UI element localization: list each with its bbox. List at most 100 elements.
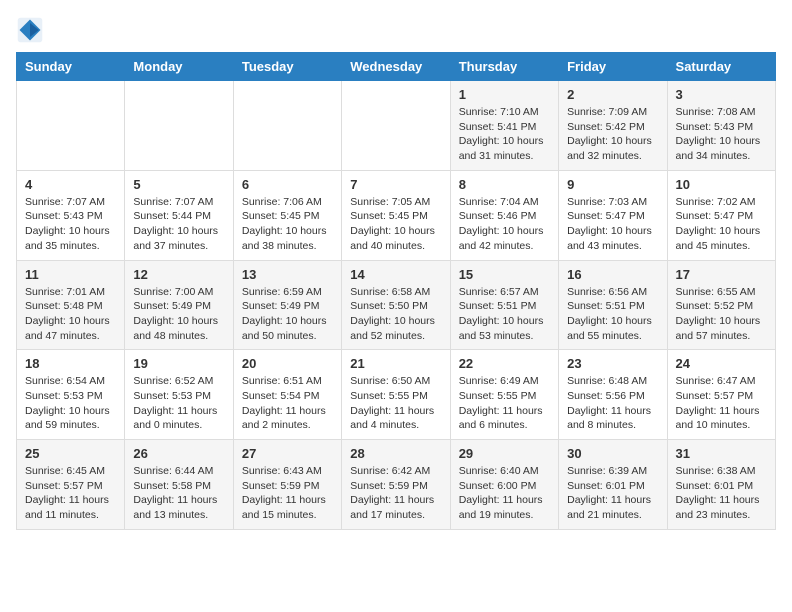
logo-icon xyxy=(16,16,44,44)
day-number: 27 xyxy=(242,446,333,461)
day-info: Sunrise: 6:54 AM Sunset: 5:53 PM Dayligh… xyxy=(25,374,116,433)
day-number: 25 xyxy=(25,446,116,461)
day-number: 3 xyxy=(676,87,767,102)
day-info: Sunrise: 6:55 AM Sunset: 5:52 PM Dayligh… xyxy=(676,285,767,344)
weekday-header-wednesday: Wednesday xyxy=(342,53,450,81)
day-info: Sunrise: 6:39 AM Sunset: 6:01 PM Dayligh… xyxy=(567,464,658,523)
day-info: Sunrise: 7:04 AM Sunset: 5:46 PM Dayligh… xyxy=(459,195,550,254)
day-info: Sunrise: 6:40 AM Sunset: 6:00 PM Dayligh… xyxy=(459,464,550,523)
calendar-cell: 17 Sunrise: 6:55 AM Sunset: 5:52 PM Dayli… xyxy=(667,260,775,350)
day-info: Sunrise: 7:01 AM Sunset: 5:48 PM Dayligh… xyxy=(25,285,116,344)
day-info: Sunrise: 7:02 AM Sunset: 5:47 PM Dayligh… xyxy=(676,195,767,254)
calendar-cell: 22 Sunrise: 6:49 AM Sunset: 5:55 PM Dayli… xyxy=(450,350,558,440)
day-number: 16 xyxy=(567,267,658,282)
day-info: Sunrise: 6:51 AM Sunset: 5:54 PM Dayligh… xyxy=(242,374,333,433)
calendar-cell xyxy=(342,81,450,171)
day-number: 6 xyxy=(242,177,333,192)
day-info: Sunrise: 7:05 AM Sunset: 5:45 PM Dayligh… xyxy=(350,195,441,254)
calendar-cell xyxy=(17,81,125,171)
weekday-header-thursday: Thursday xyxy=(450,53,558,81)
calendar-cell: 25 Sunrise: 6:45 AM Sunset: 5:57 PM Dayli… xyxy=(17,440,125,530)
day-number: 24 xyxy=(676,356,767,371)
day-number: 14 xyxy=(350,267,441,282)
day-number: 8 xyxy=(459,177,550,192)
weekday-header-monday: Monday xyxy=(125,53,233,81)
day-number: 17 xyxy=(676,267,767,282)
calendar-cell: 28 Sunrise: 6:42 AM Sunset: 5:59 PM Dayli… xyxy=(342,440,450,530)
day-info: Sunrise: 6:57 AM Sunset: 5:51 PM Dayligh… xyxy=(459,285,550,344)
calendar-cell: 3 Sunrise: 7:08 AM Sunset: 5:43 PM Daylig… xyxy=(667,81,775,171)
calendar-cell xyxy=(125,81,233,171)
day-info: Sunrise: 6:56 AM Sunset: 5:51 PM Dayligh… xyxy=(567,285,658,344)
day-info: Sunrise: 6:45 AM Sunset: 5:57 PM Dayligh… xyxy=(25,464,116,523)
day-number: 10 xyxy=(676,177,767,192)
day-info: Sunrise: 6:47 AM Sunset: 5:57 PM Dayligh… xyxy=(676,374,767,433)
day-info: Sunrise: 7:10 AM Sunset: 5:41 PM Dayligh… xyxy=(459,105,550,164)
day-number: 9 xyxy=(567,177,658,192)
calendar-cell: 16 Sunrise: 6:56 AM Sunset: 5:51 PM Dayli… xyxy=(559,260,667,350)
calendar-cell: 1 Sunrise: 7:10 AM Sunset: 5:41 PM Daylig… xyxy=(450,81,558,171)
calendar-cell: 30 Sunrise: 6:39 AM Sunset: 6:01 PM Dayli… xyxy=(559,440,667,530)
day-info: Sunrise: 6:58 AM Sunset: 5:50 PM Dayligh… xyxy=(350,285,441,344)
day-number: 26 xyxy=(133,446,224,461)
weekday-header-saturday: Saturday xyxy=(667,53,775,81)
calendar-cell: 24 Sunrise: 6:47 AM Sunset: 5:57 PM Dayli… xyxy=(667,350,775,440)
weekday-header-row: SundayMondayTuesdayWednesdayThursdayFrid… xyxy=(17,53,776,81)
logo xyxy=(16,16,48,44)
calendar-cell: 18 Sunrise: 6:54 AM Sunset: 5:53 PM Dayli… xyxy=(17,350,125,440)
calendar-cell: 8 Sunrise: 7:04 AM Sunset: 5:46 PM Daylig… xyxy=(450,170,558,260)
day-number: 4 xyxy=(25,177,116,192)
weekday-header-sunday: Sunday xyxy=(17,53,125,81)
calendar-cell: 4Sunrise: 7:07 AM Sunset: 5:43 PM Daylig… xyxy=(17,170,125,260)
day-number: 20 xyxy=(242,356,333,371)
day-info: Sunrise: 6:38 AM Sunset: 6:01 PM Dayligh… xyxy=(676,464,767,523)
calendar-cell: 13Sunrise: 6:59 AM Sunset: 5:49 PM Dayli… xyxy=(233,260,341,350)
day-info: Sunrise: 6:43 AM Sunset: 5:59 PM Dayligh… xyxy=(242,464,333,523)
calendar-cell: 20 Sunrise: 6:51 AM Sunset: 5:54 PM Dayli… xyxy=(233,350,341,440)
calendar-header: SundayMondayTuesdayWednesdayThursdayFrid… xyxy=(17,53,776,81)
day-number: 19 xyxy=(133,356,224,371)
day-number: 22 xyxy=(459,356,550,371)
day-info: Sunrise: 6:59 AM Sunset: 5:49 PM Dayligh… xyxy=(242,285,333,344)
day-number: 28 xyxy=(350,446,441,461)
calendar-cell: 6 Sunrise: 7:06 AM Sunset: 5:45 PM Daylig… xyxy=(233,170,341,260)
day-info: Sunrise: 6:49 AM Sunset: 5:55 PM Dayligh… xyxy=(459,374,550,433)
day-info: Sunrise: 6:44 AM Sunset: 5:58 PM Dayligh… xyxy=(133,464,224,523)
calendar-cell: 14 Sunrise: 6:58 AM Sunset: 5:50 PM Dayli… xyxy=(342,260,450,350)
day-info: Sunrise: 7:00 AM Sunset: 5:49 PM Dayligh… xyxy=(133,285,224,344)
calendar-cell: 7Sunrise: 7:05 AM Sunset: 5:45 PM Daylig… xyxy=(342,170,450,260)
day-info: Sunrise: 7:08 AM Sunset: 5:43 PM Dayligh… xyxy=(676,105,767,164)
calendar-cell: 31 Sunrise: 6:38 AM Sunset: 6:01 PM Dayli… xyxy=(667,440,775,530)
calendar-week-4: 18 Sunrise: 6:54 AM Sunset: 5:53 PM Dayli… xyxy=(17,350,776,440)
calendar-cell: 19 Sunrise: 6:52 AM Sunset: 5:53 PM Dayli… xyxy=(125,350,233,440)
calendar-cell: 10 Sunrise: 7:02 AM Sunset: 5:47 PM Dayli… xyxy=(667,170,775,260)
day-number: 21 xyxy=(350,356,441,371)
calendar-cell: 12Sunrise: 7:00 AM Sunset: 5:49 PM Dayli… xyxy=(125,260,233,350)
day-info: Sunrise: 6:48 AM Sunset: 5:56 PM Dayligh… xyxy=(567,374,658,433)
calendar-cell: 23 Sunrise: 6:48 AM Sunset: 5:56 PM Dayli… xyxy=(559,350,667,440)
day-info: Sunrise: 7:09 AM Sunset: 5:42 PM Dayligh… xyxy=(567,105,658,164)
weekday-header-friday: Friday xyxy=(559,53,667,81)
day-info: Sunrise: 6:52 AM Sunset: 5:53 PM Dayligh… xyxy=(133,374,224,433)
calendar-cell xyxy=(233,81,341,171)
day-number: 15 xyxy=(459,267,550,282)
day-number: 1 xyxy=(459,87,550,102)
calendar-cell: 11 Sunrise: 7:01 AM Sunset: 5:48 PM Dayli… xyxy=(17,260,125,350)
day-number: 18 xyxy=(25,356,116,371)
calendar-cell: 9Sunrise: 7:03 AM Sunset: 5:47 PM Daylig… xyxy=(559,170,667,260)
weekday-header-tuesday: Tuesday xyxy=(233,53,341,81)
day-info: Sunrise: 7:06 AM Sunset: 5:45 PM Dayligh… xyxy=(242,195,333,254)
day-number: 30 xyxy=(567,446,658,461)
day-info: Sunrise: 7:07 AM Sunset: 5:44 PM Dayligh… xyxy=(133,195,224,254)
calendar-week-1: 1 Sunrise: 7:10 AM Sunset: 5:41 PM Daylig… xyxy=(17,81,776,171)
day-number: 31 xyxy=(676,446,767,461)
day-number: 2 xyxy=(567,87,658,102)
day-number: 11 xyxy=(25,267,116,282)
day-number: 5 xyxy=(133,177,224,192)
day-number: 23 xyxy=(567,356,658,371)
day-info: Sunrise: 6:42 AM Sunset: 5:59 PM Dayligh… xyxy=(350,464,441,523)
calendar-cell: 29Sunrise: 6:40 AM Sunset: 6:00 PM Dayli… xyxy=(450,440,558,530)
calendar-cell: 26 Sunrise: 6:44 AM Sunset: 5:58 PM Dayli… xyxy=(125,440,233,530)
calendar-cell: 15 Sunrise: 6:57 AM Sunset: 5:51 PM Dayli… xyxy=(450,260,558,350)
calendar-cell: 27 Sunrise: 6:43 AM Sunset: 5:59 PM Dayli… xyxy=(233,440,341,530)
